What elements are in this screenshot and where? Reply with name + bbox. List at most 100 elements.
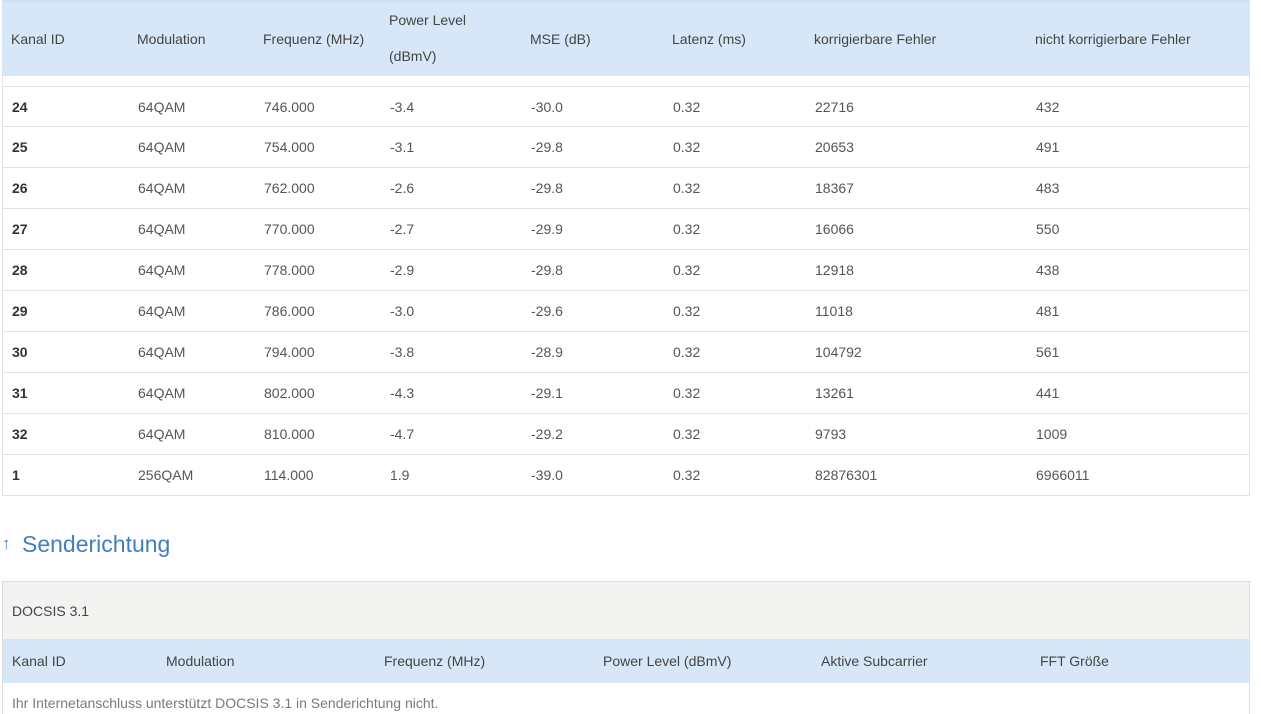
cell-nicht-korrigierbare-fehler: 1009 bbox=[1036, 426, 1068, 442]
table-row: 28 64QAM 778.000 -2.9 -29.8 0.32 12918 438 bbox=[2, 250, 1250, 291]
cell-kanal-id: 24 bbox=[12, 99, 28, 115]
cell-mse: -29.8 bbox=[531, 180, 563, 196]
cell-latenz: 0.32 bbox=[673, 99, 701, 115]
cell-mse: -29.2 bbox=[531, 426, 563, 442]
us-header-fft-groesse: FFT Größe bbox=[1040, 653, 1109, 669]
cell-korrigierbare-fehler: 13261 bbox=[815, 385, 854, 401]
cell-frequenz: 754.000 bbox=[264, 139, 315, 155]
cell-modulation: 64QAM bbox=[138, 344, 186, 360]
cell-kanal-id: 26 bbox=[12, 180, 28, 196]
cell-nicht-korrigierbare-fehler: 441 bbox=[1036, 385, 1060, 401]
cell-frequenz: 762.000 bbox=[264, 180, 315, 196]
downstream-table: Kanal ID Modulation Frequenz (MHz) Power… bbox=[2, 0, 1250, 496]
upstream-panel: DOCSIS 3.1 Kanal ID Modulation Frequenz … bbox=[2, 581, 1250, 714]
table-row: 24 64QAM 746.000 -3.4 -30.0 0.32 22716 432 bbox=[2, 86, 1250, 127]
cell-latenz: 0.32 bbox=[673, 303, 701, 319]
cell-nicht-korrigierbare-fehler: 550 bbox=[1036, 221, 1060, 237]
header-kanal-id: Kanal ID bbox=[11, 31, 65, 47]
cell-nicht-korrigierbare-fehler: 438 bbox=[1036, 262, 1060, 278]
header-korrigierbare-fehler: korrigierbare Fehler bbox=[814, 31, 937, 47]
cell-nicht-korrigierbare-fehler: 481 bbox=[1036, 303, 1060, 319]
cell-korrigierbare-fehler: 18367 bbox=[815, 180, 854, 196]
section-title-senderichtung[interactable]: ↑ Senderichtung bbox=[2, 528, 170, 560]
cell-modulation: 64QAM bbox=[138, 139, 186, 155]
cell-frequenz: 770.000 bbox=[264, 221, 315, 237]
cell-korrigierbare-fehler: 12918 bbox=[815, 262, 854, 278]
cell-modulation: 64QAM bbox=[138, 99, 186, 115]
cell-korrigierbare-fehler: 104792 bbox=[815, 344, 862, 360]
header-modulation: Modulation bbox=[137, 31, 206, 47]
cell-nicht-korrigierbare-fehler: 6966011 bbox=[1036, 467, 1090, 483]
us-header-frequenz: Frequenz (MHz) bbox=[384, 653, 486, 669]
cell-power-level: -4.3 bbox=[390, 385, 415, 401]
cell-frequenz: 802.000 bbox=[264, 385, 315, 401]
cell-latenz: 0.32 bbox=[673, 139, 701, 155]
cell-frequenz: 746.000 bbox=[264, 99, 315, 115]
cell-frequenz: 794.000 bbox=[264, 344, 315, 360]
us-header-power-level: Power Level (dBmV) bbox=[603, 653, 732, 669]
cell-mse: -29.8 bbox=[531, 262, 563, 278]
cable-info-page: Kanal ID Modulation Frequenz (MHz) Power… bbox=[0, 0, 1261, 714]
table-spacer bbox=[2, 76, 1250, 86]
arrow-up-icon: ↑ bbox=[2, 534, 11, 553]
table-row: 26 64QAM 762.000 -2.6 -29.8 0.32 18367 483 bbox=[2, 168, 1250, 209]
header-latenz: Latenz (ms) bbox=[672, 31, 746, 47]
cell-modulation: 64QAM bbox=[138, 385, 186, 401]
cell-latenz: 0.32 bbox=[673, 180, 701, 196]
cell-latenz: 0.32 bbox=[673, 385, 701, 401]
cell-mse: -29.1 bbox=[531, 385, 563, 401]
us-header-kanal-id: Kanal ID bbox=[12, 653, 66, 669]
cell-power-level: -3.8 bbox=[390, 344, 415, 360]
header-frequenz: Frequenz (MHz) bbox=[263, 31, 365, 47]
cell-power-level: -4.7 bbox=[390, 426, 415, 442]
table-row: 25 64QAM 754.000 -3.1 -29.8 0.32 20653 491 bbox=[2, 127, 1250, 168]
cell-modulation: 64QAM bbox=[138, 180, 186, 196]
cell-kanal-id: 27 bbox=[12, 221, 28, 237]
cell-modulation: 64QAM bbox=[138, 303, 186, 319]
header-power-level: Power Level (dBmV) bbox=[389, 2, 466, 76]
cell-modulation: 64QAM bbox=[138, 221, 186, 237]
cell-frequenz: 810.000 bbox=[264, 426, 315, 442]
cell-korrigierbare-fehler: 16066 bbox=[815, 221, 854, 237]
cell-mse: -29.9 bbox=[531, 221, 563, 237]
upstream-not-supported-note: Ihr Internetanschluss unterstützt DOCSIS… bbox=[12, 695, 439, 711]
cell-korrigierbare-fehler: 11018 bbox=[815, 303, 853, 319]
section-title-label: Senderichtung bbox=[22, 530, 171, 557]
cell-modulation: 64QAM bbox=[138, 426, 186, 442]
docsis-version-label: DOCSIS 3.1 bbox=[3, 582, 1249, 639]
cell-korrigierbare-fehler: 20653 bbox=[815, 139, 854, 155]
cell-korrigierbare-fehler: 22716 bbox=[815, 99, 854, 115]
cell-nicht-korrigierbare-fehler: 432 bbox=[1036, 99, 1060, 115]
cell-modulation: 64QAM bbox=[138, 262, 186, 278]
cell-kanal-id: 29 bbox=[12, 303, 28, 319]
cell-kanal-id: 25 bbox=[12, 139, 28, 155]
header-power-level-line2: (dBmV) bbox=[389, 48, 437, 64]
downstream-table-header: Kanal ID Modulation Frequenz (MHz) Power… bbox=[2, 0, 1250, 76]
cell-latenz: 0.32 bbox=[673, 221, 701, 237]
cell-power-level: -2.9 bbox=[390, 262, 415, 278]
cell-nicht-korrigierbare-fehler: 561 bbox=[1036, 344, 1060, 360]
header-power-level-line1: Power Level bbox=[389, 12, 467, 28]
cell-mse: -28.9 bbox=[531, 344, 563, 360]
cell-latenz: 0.32 bbox=[673, 426, 701, 442]
cell-modulation: 256QAM bbox=[138, 467, 194, 483]
table-row: 31 64QAM 802.000 -4.3 -29.1 0.32 13261 441 bbox=[2, 373, 1250, 414]
cell-power-level: -3.0 bbox=[390, 303, 415, 319]
cell-latenz: 0.32 bbox=[673, 344, 701, 360]
upstream-table-header: Kanal ID Modulation Frequenz (MHz) Power… bbox=[3, 639, 1249, 683]
us-header-aktive-subcarrier: Aktive Subcarrier bbox=[821, 653, 928, 669]
cell-mse: -39.0 bbox=[531, 467, 563, 483]
table-row: 27 64QAM 770.000 -2.7 -29.9 0.32 16066 550 bbox=[2, 209, 1250, 250]
cell-korrigierbare-fehler: 82876301 bbox=[815, 467, 878, 483]
header-mse: MSE (dB) bbox=[530, 31, 591, 47]
cell-mse: -29.8 bbox=[531, 139, 563, 155]
cell-frequenz: 114.000 bbox=[264, 467, 314, 483]
cell-power-level: -2.7 bbox=[390, 221, 415, 237]
cell-frequenz: 778.000 bbox=[264, 262, 315, 278]
cell-kanal-id: 28 bbox=[12, 262, 28, 278]
cell-korrigierbare-fehler: 9793 bbox=[815, 426, 847, 442]
cell-power-level: -3.1 bbox=[390, 139, 415, 155]
cell-power-level: -2.6 bbox=[390, 180, 415, 196]
cell-mse: -30.0 bbox=[531, 99, 563, 115]
table-row: 32 64QAM 810.000 -4.7 -29.2 0.32 9793 1009 bbox=[2, 414, 1250, 455]
